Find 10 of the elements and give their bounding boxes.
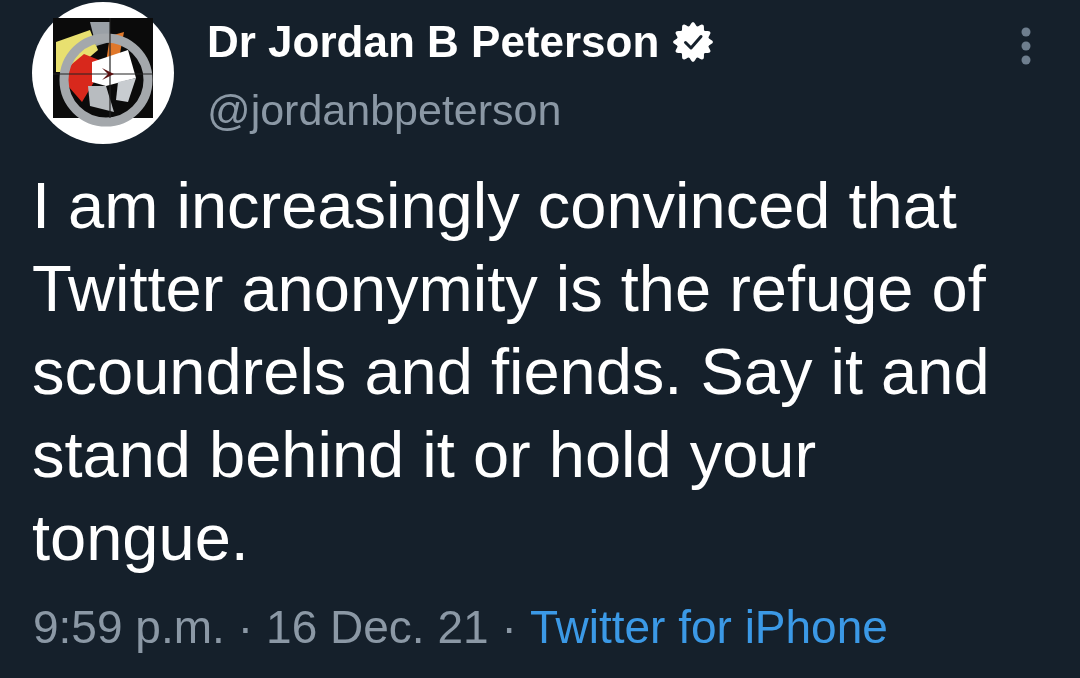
source-link[interactable]: Twitter for iPhone (529, 599, 888, 655)
author-name[interactable]: Dr Jordan B Peterson (207, 16, 660, 68)
separator-dot: · (237, 600, 254, 655)
more-options-icon[interactable] (1020, 26, 1032, 66)
avatar-logo[interactable] (32, 2, 174, 144)
tweet-text: I am increasingly convinced that Twitter anonymity is the refuge of scoundrels and fiends. Say it and stand behind it or hold your tongue. (32, 168, 991, 576)
tweet-date: 16 Dec. 21 (266, 600, 489, 655)
author-handle[interactable]: @jordanbpeterson (207, 84, 714, 136)
tweet-time: 9:59 p.m. (33, 600, 225, 655)
separator-dot: · (501, 600, 517, 655)
